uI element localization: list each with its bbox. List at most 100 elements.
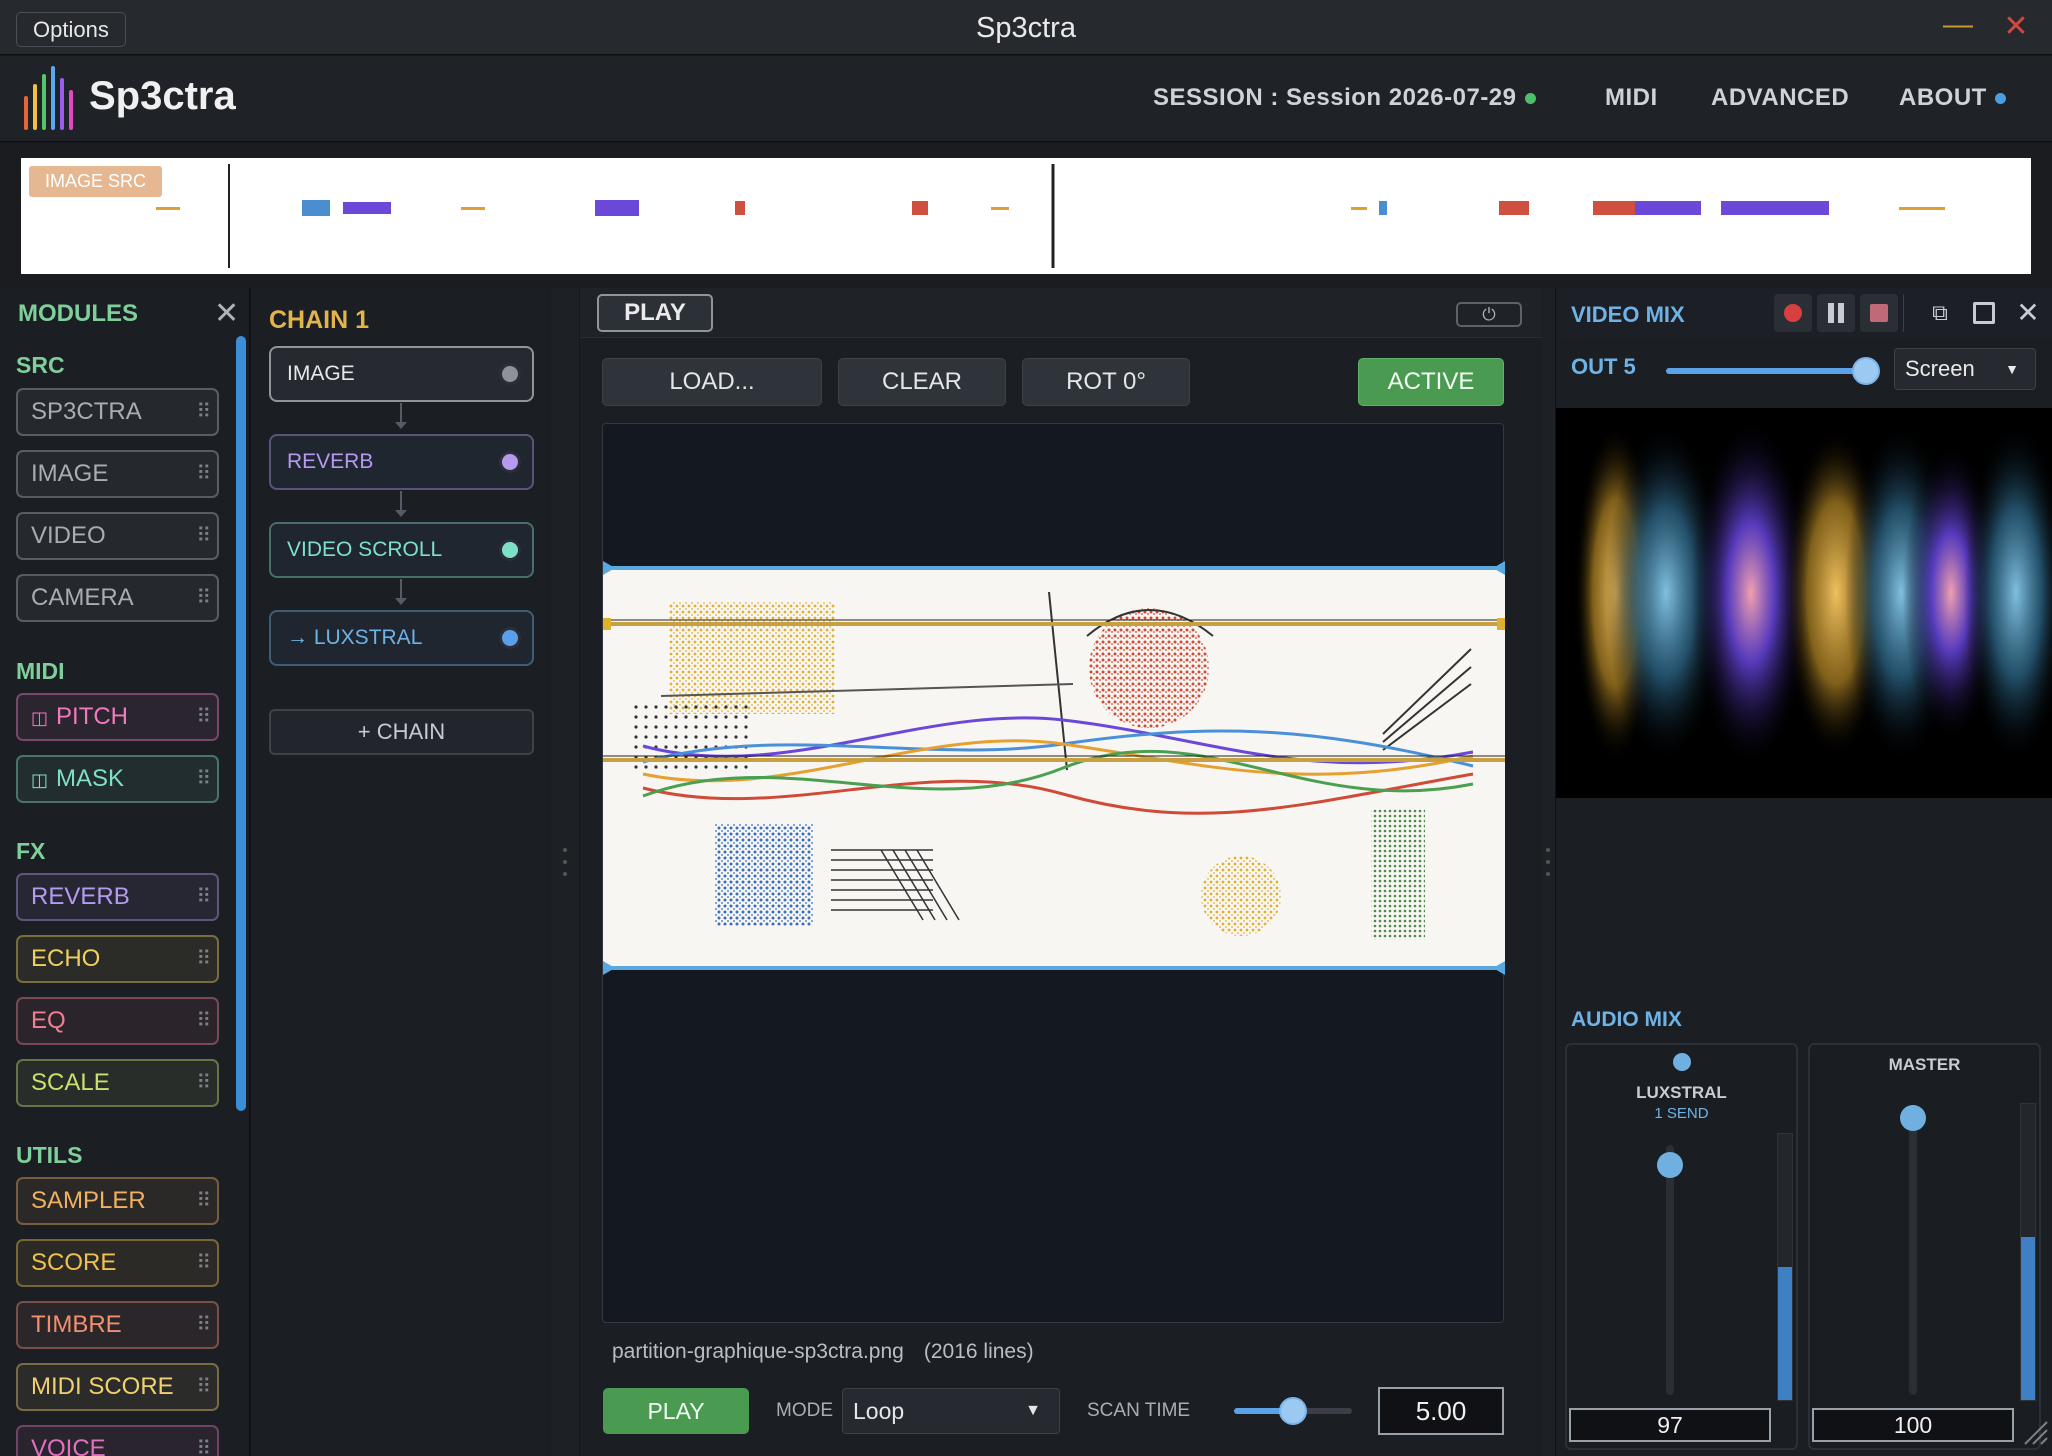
module-echo[interactable]: ECHO ⠿ (16, 935, 219, 983)
record-icon[interactable] (1774, 294, 1812, 332)
session-menu[interactable]: SESSION : Session 2026-07-29 (1153, 84, 1536, 112)
file-name: partition-graphique-sp3ctra.png (612, 1340, 904, 1363)
volume-fader[interactable] (1657, 1145, 1683, 1395)
panel-resize-handle[interactable] (551, 288, 579, 1456)
module-video[interactable]: VIDEO ⠿ (16, 512, 219, 560)
app-name: Sp3ctra (89, 74, 236, 118)
panel-resize-handle[interactable] (1542, 288, 1555, 1456)
blend-mode-select[interactable]: Screen ▼ (1894, 348, 2036, 390)
piano-icon: ◫ (31, 770, 49, 790)
drag-handle-icon[interactable]: ⠿ (196, 757, 211, 801)
rotate-button[interactable]: ROT 0° (1022, 358, 1190, 406)
node-status-led (499, 539, 521, 561)
scan-time-slider-thumb[interactable] (1279, 1397, 1307, 1425)
volume-fader-thumb[interactable] (1657, 1151, 1683, 1178)
fullscreen-icon[interactable] (1965, 294, 2003, 332)
chain-node-reverb[interactable]: REVERB (269, 434, 534, 490)
channel-strip-master: MASTER 100 (1808, 1043, 2041, 1450)
send-knob[interactable] (1673, 1053, 1691, 1071)
chain-panel: CHAIN 1 IMAGE REVERB VIDEO SCROLL → LUXS… (251, 288, 551, 1456)
module-label: EQ (31, 1007, 66, 1034)
chain-node-image[interactable]: IMAGE (269, 346, 534, 402)
drag-handle-icon[interactable]: ⠿ (196, 1365, 211, 1409)
drag-handle-icon[interactable]: ⠿ (196, 1241, 211, 1285)
drag-handle-icon[interactable]: ⠿ (196, 937, 211, 981)
module-label: ECHO (31, 945, 101, 972)
detach-icon[interactable]: ⧉ (1921, 294, 1959, 332)
module-image[interactable]: IMAGE ⠿ (16, 450, 219, 498)
window-titlebar: Options Sp3ctra — ✕ (0, 0, 2052, 55)
nav-advanced[interactable]: ADVANCED (1711, 84, 1849, 112)
module-label: SCORE (31, 1249, 117, 1276)
master-value[interactable]: 100 (1812, 1408, 2014, 1442)
overview-canvas[interactable]: IMAGE SRC (21, 158, 2031, 274)
module-voice[interactable]: VOICE ⠿ (16, 1425, 219, 1456)
module-mask[interactable]: ◫ MASK ⠿ (16, 755, 219, 803)
volume-value[interactable]: 97 (1569, 1408, 1771, 1442)
module-camera[interactable]: CAMERA ⠿ (16, 574, 219, 622)
image-source-panel: PLAY ⏻ LOAD... CLEAR ROT 0° ACTIVE parti… (580, 288, 1542, 1456)
output-opacity-slider[interactable] (1666, 357, 1880, 385)
about-status-dot (1994, 93, 2006, 105)
drag-handle-icon[interactable]: ⠿ (196, 514, 211, 558)
close-window-icon[interactable]: ✕ (1999, 10, 2033, 44)
load-button[interactable]: LOAD... (602, 358, 822, 406)
resize-grip-icon[interactable] (2021, 1418, 2049, 1446)
clear-button[interactable]: CLEAR (838, 358, 1006, 406)
chain-node-label: → LUXSTRAL (287, 626, 423, 649)
output-slider-thumb[interactable] (1852, 357, 1880, 385)
module-scale[interactable]: SCALE ⠿ (16, 1059, 219, 1107)
close-icon[interactable]: ✕ (2009, 294, 2047, 332)
module-eq[interactable]: EQ ⠿ (16, 997, 219, 1045)
connector-arrow-icon (395, 422, 407, 429)
scan-time-input[interactable]: 5.00 (1378, 1387, 1504, 1435)
add-chain-button[interactable]: + CHAIN (269, 709, 534, 755)
modules-close-icon[interactable]: ✕ (214, 296, 239, 331)
chain-node-label: VIDEO SCROLL (287, 538, 443, 561)
drag-handle-icon[interactable]: ⠿ (196, 695, 211, 739)
module-label: SAMPLER (31, 1187, 146, 1214)
video-mix-header: VIDEO MIX ⧉ ✕ (1556, 288, 2052, 340)
app-header: Sp3ctra SESSION : Session 2026-07-29 MID… (0, 56, 2052, 142)
module-label: IMAGE (31, 460, 109, 487)
master-fader-thumb[interactable] (1900, 1105, 1926, 1131)
module-label: VOICE (31, 1435, 106, 1456)
drag-handle-icon[interactable]: ⠿ (196, 1061, 211, 1105)
module-timbre[interactable]: TIMBRE ⠿ (16, 1301, 219, 1349)
master-fader[interactable] (1900, 1105, 1926, 1395)
module-reverb[interactable]: REVERB ⠿ (16, 873, 219, 921)
drag-handle-icon[interactable]: ⠿ (196, 875, 211, 919)
nav-about[interactable]: ABOUT (1899, 84, 2006, 112)
drag-handle-icon[interactable]: ⠿ (196, 452, 211, 496)
video-mix-panel: VIDEO MIX ⧉ ✕ OUT 5 Screen ▼ AUDIO MIX L… (1555, 288, 2052, 1456)
module-midi-score[interactable]: MIDI SCORE ⠿ (16, 1363, 219, 1411)
power-icon[interactable]: ⏻ (1456, 302, 1522, 327)
nav-midi[interactable]: MIDI (1605, 84, 1658, 112)
modules-scrollbar[interactable] (236, 336, 246, 1111)
module-pitch[interactable]: ◫ PITCH ⠿ (16, 693, 219, 741)
play-toggle-button[interactable]: PLAY (597, 294, 713, 332)
drag-handle-icon[interactable]: ⠿ (196, 1179, 211, 1223)
chain-node-video-scroll[interactable]: VIDEO SCROLL (269, 522, 534, 578)
chain-node-luxstral[interactable]: → LUXSTRAL (269, 610, 534, 666)
module-sampler[interactable]: SAMPLER ⠿ (16, 1177, 219, 1225)
play-button[interactable]: PLAY (603, 1388, 749, 1434)
module-score[interactable]: SCORE ⠿ (16, 1239, 219, 1287)
strip-send-count: 1 SEND (1654, 1105, 1709, 1122)
drag-handle-icon[interactable]: ⠿ (196, 576, 211, 620)
drag-handle-icon[interactable]: ⠿ (196, 999, 211, 1043)
video-preview-image (1556, 408, 2052, 798)
session-status-dot (1524, 93, 1536, 105)
scan-time-slider[interactable] (1234, 1397, 1352, 1425)
active-button[interactable]: ACTIVE (1358, 358, 1504, 406)
stop-icon[interactable] (1860, 294, 1898, 332)
image-canvas[interactable] (602, 423, 1505, 1323)
drag-handle-icon[interactable]: ⠿ (196, 390, 211, 434)
drag-handle-icon[interactable]: ⠿ (196, 1303, 211, 1347)
module-sp3ctra[interactable]: SP3CTRA ⠿ (16, 388, 219, 436)
drag-handle-icon[interactable]: ⠿ (196, 1427, 211, 1456)
chevron-down-icon: ▼ (2005, 361, 2019, 377)
mode-select[interactable]: Loop ▼ (842, 1388, 1060, 1434)
pause-icon[interactable] (1817, 294, 1855, 332)
minimize-icon[interactable]: — (1943, 10, 1973, 44)
